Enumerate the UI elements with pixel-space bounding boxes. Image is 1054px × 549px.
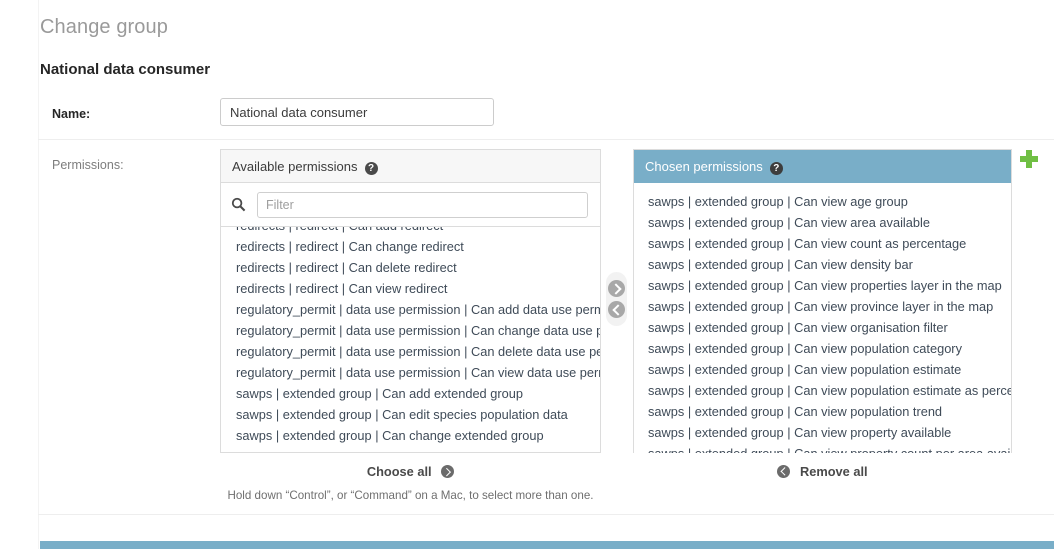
filter-input[interactable] <box>257 191 588 218</box>
help-icon[interactable]: ? <box>769 162 783 175</box>
page-title: Change group <box>40 16 168 38</box>
choose-all-label: Choose all <box>366 464 432 479</box>
chosen-permissions-list[interactable]: sawps | extended group | Can view age gr… <box>634 183 1011 453</box>
add-plus-icon[interactable] <box>1020 150 1038 168</box>
list-item[interactable]: sawps | extended group | Can view area a… <box>634 212 1011 233</box>
name-input[interactable] <box>220 98 494 126</box>
help-icon[interactable]: ? <box>364 161 378 175</box>
list-item[interactable]: regulatory_permit | data use permission … <box>221 299 600 320</box>
chosen-permissions-title: Chosen permissions <box>645 159 763 174</box>
remove-all-label: Remove all <box>799 464 868 479</box>
list-item[interactable]: sawps | extended group | Can view popula… <box>634 380 1011 401</box>
form-row-divider-2 <box>38 514 1054 515</box>
list-item[interactable]: redirects | redirect | Can add redirect <box>221 227 600 236</box>
search-icon <box>231 197 246 212</box>
list-item[interactable]: redirects | redirect | Can change redire… <box>221 236 600 257</box>
arrow-left-circle-icon[interactable] <box>608 301 625 318</box>
choose-all-button[interactable]: Choose all <box>220 463 601 479</box>
filter-row <box>221 183 600 227</box>
form-row-divider-1 <box>38 139 1054 140</box>
list-item[interactable]: sawps | extended group | Can change exte… <box>221 425 600 446</box>
transfer-arrow-stack <box>606 272 627 326</box>
list-item[interactable]: sawps | extended group | Can add extende… <box>221 383 600 404</box>
remove-all-button[interactable]: Remove all <box>633 463 1012 479</box>
list-item[interactable]: sawps | extended group | Can view proper… <box>634 443 1011 453</box>
list-item[interactable]: regulatory_permit | data use permission … <box>221 341 600 362</box>
chosen-permissions-header: Chosen permissions ? <box>634 150 1011 183</box>
list-item[interactable]: regulatory_permit | data use permission … <box>221 320 600 341</box>
list-item[interactable]: sawps | extended group | Can view popula… <box>634 338 1011 359</box>
list-item[interactable]: sawps | extended group | Can view proper… <box>634 275 1011 296</box>
bottom-accent-bar <box>40 541 1054 549</box>
permissions-field-label: Permissions: <box>52 158 124 172</box>
list-item[interactable]: sawps | extended group | Can view organi… <box>634 317 1011 338</box>
list-item[interactable]: sawps | extended group | Can view densit… <box>634 254 1011 275</box>
list-item[interactable]: sawps | extended group | Can edit specie… <box>221 404 600 425</box>
available-permissions-list[interactable]: redirects | redirect | Can add redirectr… <box>221 227 600 451</box>
available-permissions-title: Available permissions <box>232 158 358 174</box>
available-permissions-header: Available permissions ? <box>221 150 600 183</box>
name-field-label: Name: <box>52 107 91 121</box>
arrow-left-circle-icon <box>777 465 791 478</box>
list-item[interactable]: redirects | redirect | Can view redirect <box>221 278 600 299</box>
arrow-right-circle-icon[interactable] <box>608 280 625 297</box>
list-item[interactable]: sawps | extended group | Can view popula… <box>634 359 1011 380</box>
change-group-page: Change group National data consumer Name… <box>0 0 1054 549</box>
list-item[interactable]: sawps | extended group | Can view age gr… <box>634 191 1011 212</box>
list-item[interactable]: sawps | extended group | Can view count … <box>634 233 1011 254</box>
list-item[interactable]: sawps | extended group | Can view proper… <box>634 422 1011 443</box>
available-permissions-panel: Available permissions ? redirects | redi… <box>220 149 601 453</box>
content-left-rule <box>38 0 39 549</box>
object-title: National data consumer <box>40 61 211 78</box>
list-item[interactable]: sawps | extended group | Can view popula… <box>634 401 1011 422</box>
chosen-permissions-panel: Chosen permissions ? sawps | extended gr… <box>633 149 1012 453</box>
list-item[interactable]: sawps | extended group | Can view provin… <box>634 296 1011 317</box>
available-permissions-helptext: Hold down “Control”, or “Command” on a M… <box>227 489 594 502</box>
list-item[interactable]: regulatory_permit | data use permission … <box>221 362 600 383</box>
arrow-right-circle-icon <box>441 465 455 478</box>
list-item[interactable]: redirects | redirect | Can delete redire… <box>221 257 600 278</box>
